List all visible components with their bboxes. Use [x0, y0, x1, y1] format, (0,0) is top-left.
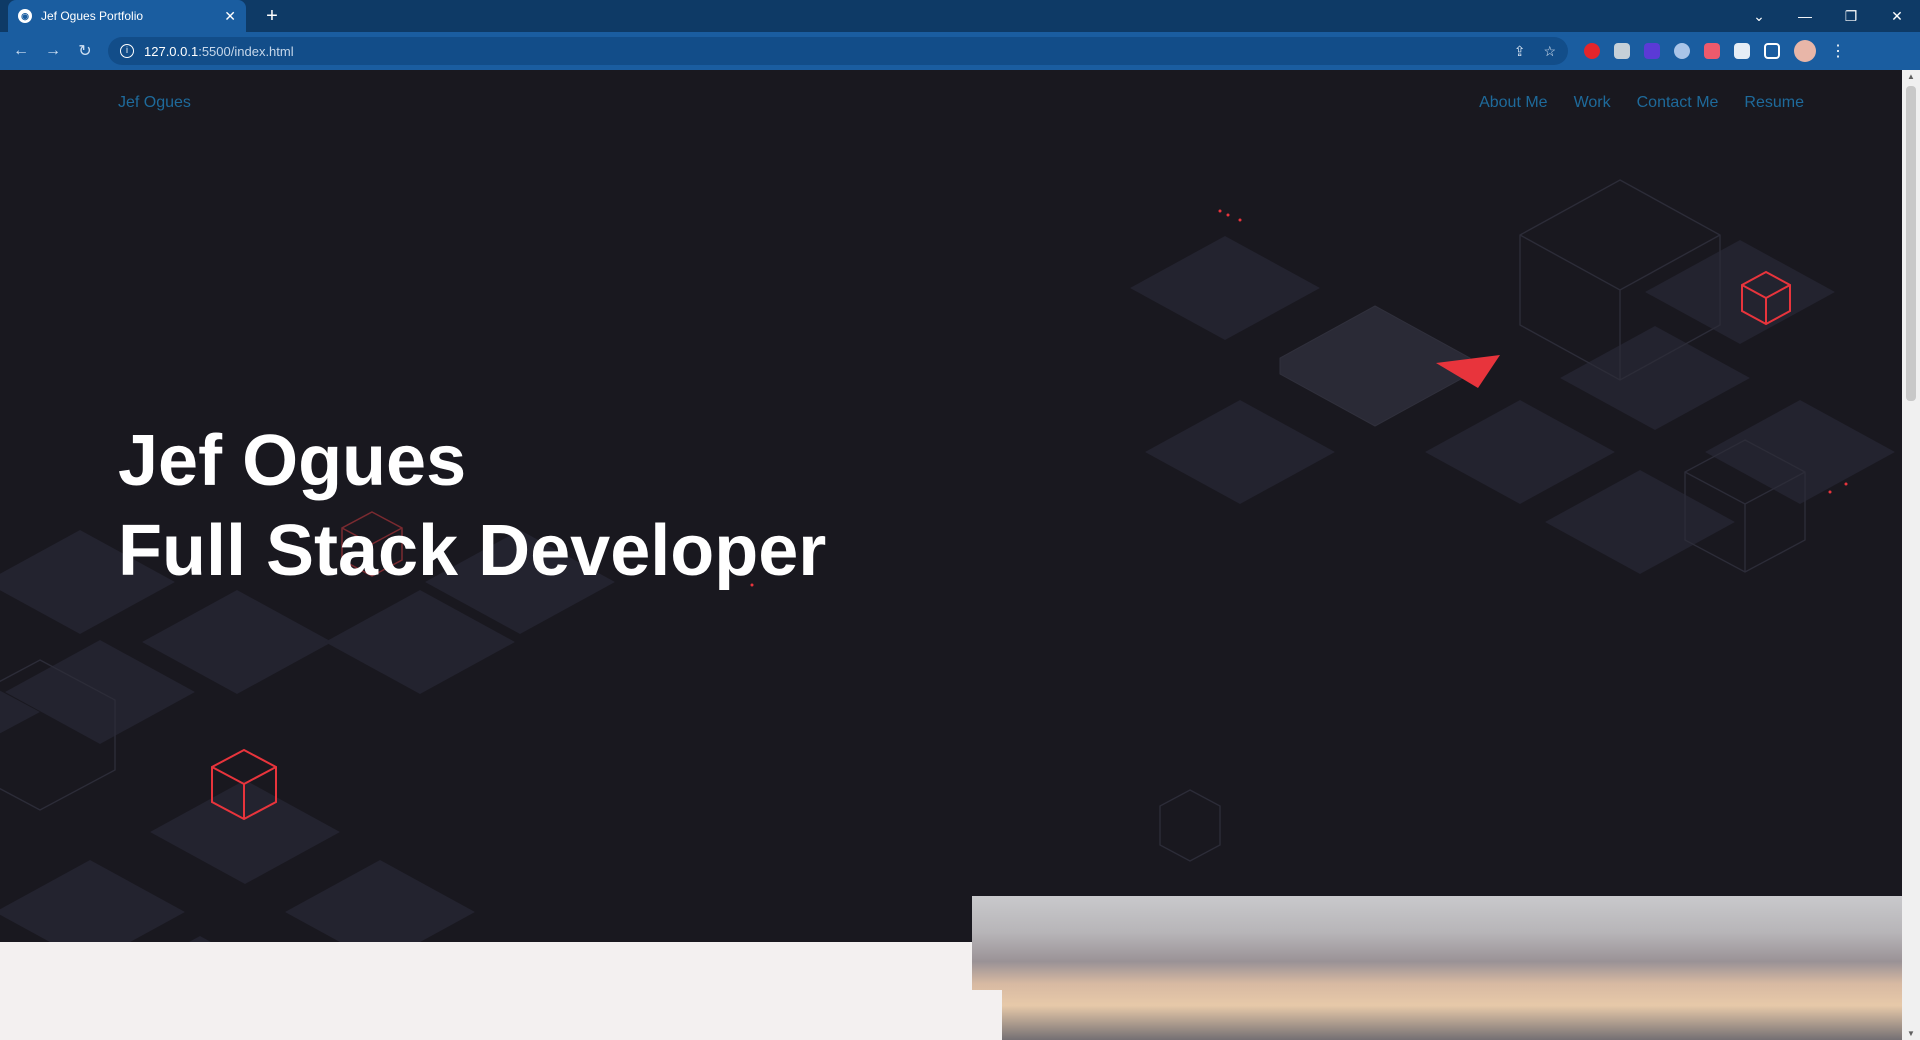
extension-red-icon[interactable] [1584, 43, 1600, 59]
share-icon[interactable]: ⇪ [1514, 43, 1526, 60]
site-info-icon[interactable]: i [120, 44, 134, 58]
sky-photo [972, 896, 1902, 1040]
puzzle-icon[interactable] [1734, 43, 1750, 59]
scroll-down-icon[interactable]: ▼ [1902, 1029, 1920, 1038]
site-nav: About Me Work Contact Me Resume [1479, 94, 1804, 112]
restore-icon[interactable]: ❐ [1828, 8, 1874, 25]
tab-title: Jef Ogues Portfolio [41, 9, 144, 23]
nav-work[interactable]: Work [1574, 94, 1611, 112]
extension-gear-icon[interactable] [1674, 43, 1690, 59]
minimize-icon[interactable]: — [1782, 8, 1828, 24]
site-brand-link[interactable]: Jef Ogues [118, 94, 191, 112]
tab-search-icon[interactable]: ⌄ [1736, 8, 1782, 25]
new-tab-button[interactable]: + [260, 4, 284, 28]
hero-headline: Jef Ogues Full Stack Developer [118, 416, 826, 596]
scroll-up-icon[interactable]: ▲ [1902, 72, 1920, 81]
scrollbar-thumb[interactable] [1906, 86, 1916, 401]
address-bar[interactable]: i 127.0.0.1:5500/index.html ⇪ ☆ [108, 37, 1568, 65]
nav-contact-me[interactable]: Contact Me [1637, 94, 1719, 112]
page-viewport: Jef Ogues About Me Work Contact Me Resum… [0, 70, 1902, 1040]
close-window-icon[interactable]: ✕ [1874, 8, 1920, 25]
avatar[interactable] [1794, 40, 1816, 62]
bookmark-star-icon[interactable]: ☆ [1543, 43, 1556, 60]
extensions-area: ⋮ [1584, 40, 1846, 62]
window-controls: ⌄ — ❐ ✕ [1736, 0, 1920, 32]
browser-tab[interactable]: ◉ Jef Ogues Portfolio ✕ [8, 0, 246, 32]
extension-pink-icon[interactable] [1704, 43, 1720, 59]
extension-purple-icon[interactable] [1644, 43, 1660, 59]
nav-resume[interactable]: Resume [1744, 94, 1804, 112]
back-icon[interactable]: ← [8, 42, 34, 60]
nav-about-me[interactable]: About Me [1479, 94, 1547, 112]
url-host: 127.0.0.1 [144, 43, 199, 59]
hero-name: Jef Ogues [118, 421, 467, 501]
browser-toolbar: ← → ↻ i 127.0.0.1:5500/index.html ⇪ ☆ ⋮ [0, 32, 1920, 70]
extension-glasses-icon[interactable] [1614, 43, 1630, 59]
reload-icon[interactable]: ↻ [72, 41, 98, 61]
forward-icon[interactable]: → [40, 42, 66, 60]
url-path: :5500/index.html [198, 43, 294, 59]
hero-section: Jef Ogues About Me Work Contact Me Resum… [0, 70, 1902, 942]
hero-role: Full Stack Developer [118, 511, 827, 591]
menu-dots-icon[interactable]: ⋮ [1830, 41, 1846, 61]
globe-icon: ◉ [18, 9, 32, 23]
page-scrollbar[interactable]: ▲ ▼ [1902, 70, 1920, 1040]
side-panel-icon[interactable] [1764, 43, 1780, 59]
browser-tab-bar: ◉ Jef Ogues Portfolio ✕ + ⌄ — ❐ ✕ [0, 0, 1920, 32]
close-tab-icon[interactable]: ✕ [224, 8, 236, 25]
